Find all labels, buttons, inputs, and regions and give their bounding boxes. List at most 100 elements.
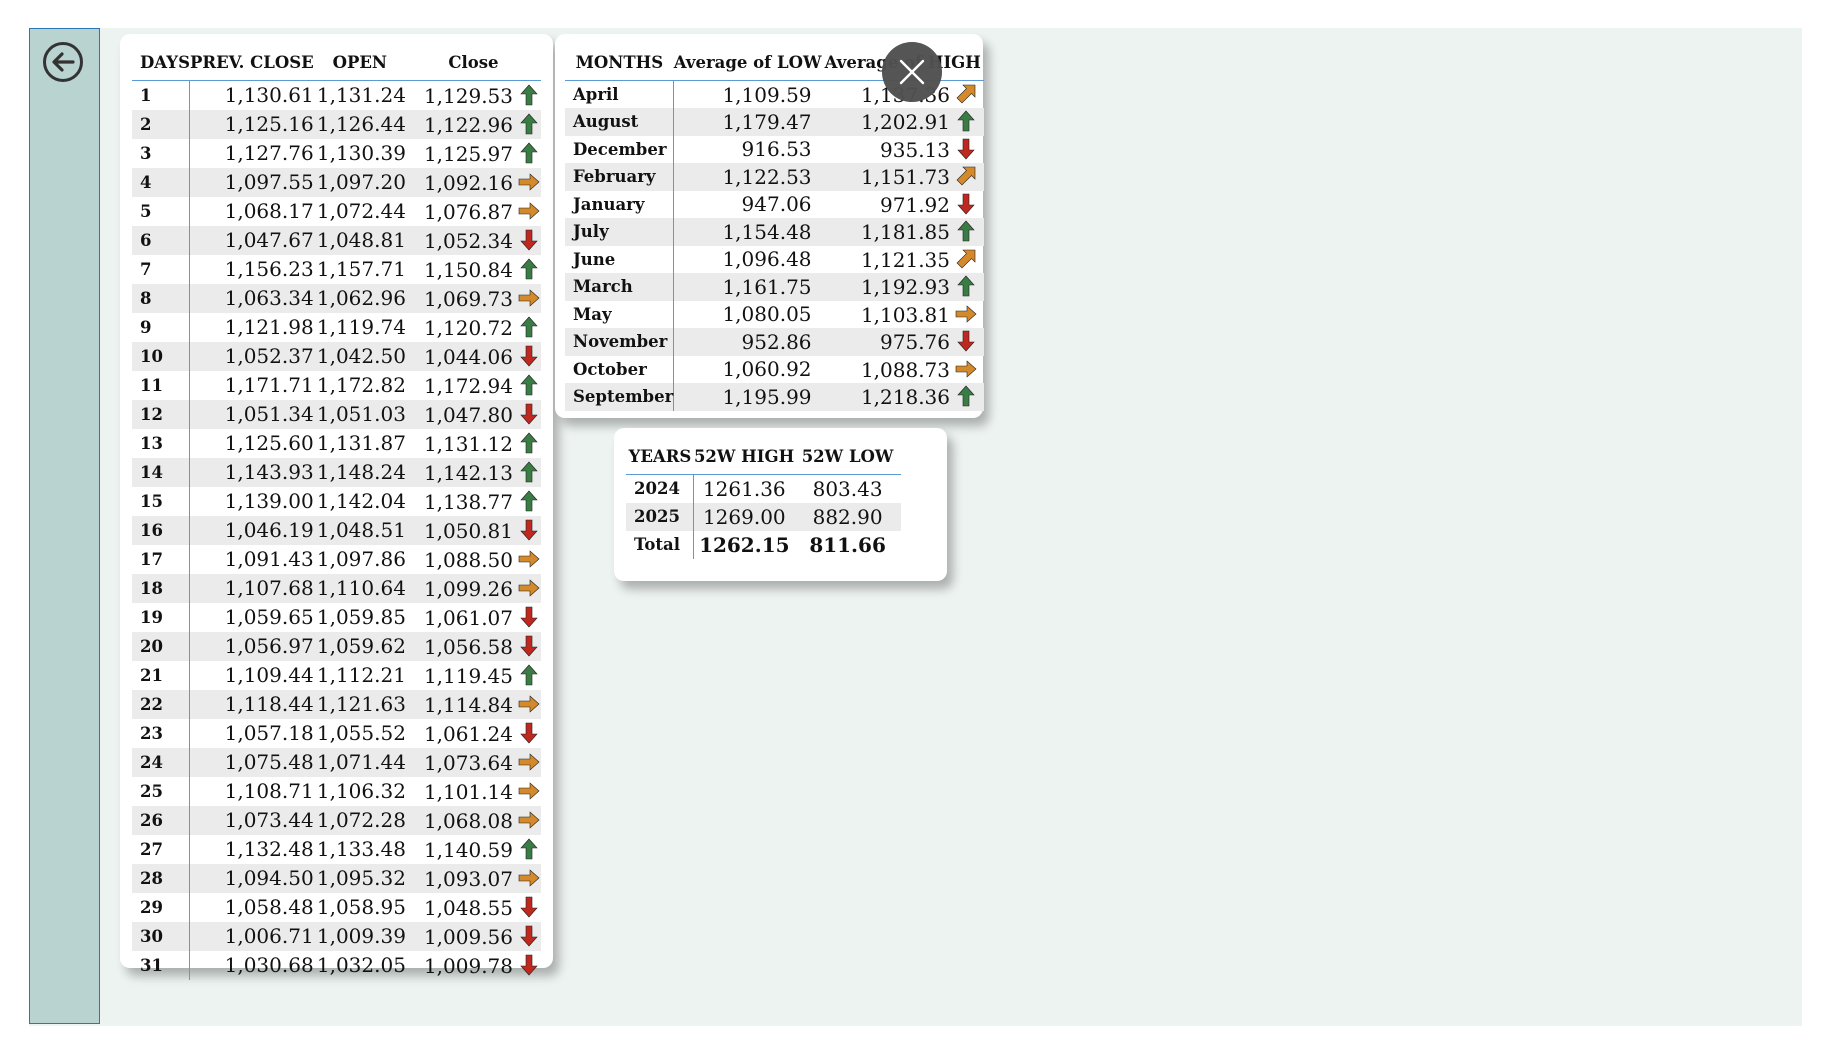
trend-up-right-arrow-icon xyxy=(956,84,976,104)
table-row: 19 1,059.65 1,059.85 1,061.07 xyxy=(132,602,541,632)
day-cell: 13 xyxy=(132,428,191,458)
month-cell: September xyxy=(565,383,675,411)
trend-up-right-arrow-icon xyxy=(956,166,976,186)
header-52w-high: 52W HIGH xyxy=(693,438,795,475)
open-cell: 1,112.21 xyxy=(316,663,406,687)
open-cell: 1,059.85 xyxy=(316,605,406,629)
prev-close-cell: 1,056.97 xyxy=(189,631,314,661)
day-cell: 16 xyxy=(132,515,191,545)
day-cell: 7 xyxy=(132,254,191,284)
close-cell: 1,069.73 xyxy=(405,283,541,313)
open-cell: 1,142.04 xyxy=(316,489,406,513)
open-cell: 1,071.44 xyxy=(313,747,406,777)
table-row: 4 1,097.55 1,097.20 1,092.16 xyxy=(132,167,541,197)
close-cell: 1,092.16 xyxy=(405,167,541,197)
prev-close-cell: 1,057.18 xyxy=(224,721,314,745)
prev-close-cell: 1,107.68 xyxy=(189,573,314,603)
prev-close-cell: 1,108.71 xyxy=(224,779,314,803)
close-icon[interactable] xyxy=(882,42,942,102)
close-cell: 1,101.14 xyxy=(406,777,541,806)
total-52w-high: 1262.15 xyxy=(699,532,790,557)
close-cell: 1,052.34 xyxy=(405,225,541,255)
close-cell: 1,099.26 xyxy=(405,573,541,603)
trend-up-arrow-icon xyxy=(520,838,538,859)
prev-close-cell: 1,143.93 xyxy=(189,457,314,487)
month-cell: August xyxy=(565,108,675,136)
table-row: July 1,154.48 1,181.85 xyxy=(565,218,984,246)
table-row: March 1,161.75 1,192.93 xyxy=(565,273,984,301)
trend-down-arrow-icon xyxy=(957,193,975,215)
prev-close-cell: 1,047.67 xyxy=(189,225,314,255)
back-arrow-icon[interactable] xyxy=(42,41,84,83)
table-row: 3 1,127.76 1,130.39 1,125.97 xyxy=(132,138,541,168)
day-cell: 28 xyxy=(132,863,191,893)
day-cell: 1 xyxy=(132,80,191,110)
header-close: Close xyxy=(405,44,541,81)
52w-low-cell: 803.43 xyxy=(812,476,883,501)
close-cell: 1,061.07 xyxy=(406,603,541,632)
average-high-cell: 1,218.36 xyxy=(821,383,984,411)
average-low-cell: 1,179.47 xyxy=(673,108,822,136)
year-cell: 2025 xyxy=(626,502,695,531)
table-row: 16 1,046.19 1,048.51 1,050.81 xyxy=(132,515,541,545)
month-cell: February xyxy=(565,163,675,191)
average-high-cell: 1,151.73 xyxy=(821,163,984,191)
open-cell: 1,133.48 xyxy=(316,837,406,861)
close-cell: 1,047.80 xyxy=(405,399,541,429)
close-cell: 1,122.96 xyxy=(405,109,541,139)
trend-up-arrow-icon xyxy=(520,142,538,163)
day-cell: 29 xyxy=(132,892,191,922)
trend-up-arrow-icon xyxy=(520,490,538,511)
table-row: 2025 1269.00 882.90 xyxy=(626,502,901,531)
table-row: 31 1,030.68 1,032.05 1,009.78 xyxy=(132,950,541,980)
prev-close-cell: 1,139.00 xyxy=(224,489,314,513)
day-cell: 20 xyxy=(132,631,191,661)
day-cell: 30 xyxy=(132,921,191,951)
header-years: YEARS xyxy=(626,438,694,475)
table-row: 13 1,125.60 1,131.87 1,131.12 xyxy=(132,428,541,458)
table-row: May 1,080.05 1,103.81 xyxy=(565,300,984,329)
average-low-cell: 1,096.48 xyxy=(722,247,812,272)
prev-close-cell: 1,125.60 xyxy=(224,431,314,455)
trend-right-arrow-icon xyxy=(518,868,540,887)
open-cell: 1,148.24 xyxy=(313,457,406,487)
average-low-cell: 1,080.05 xyxy=(722,302,812,327)
month-cell: October xyxy=(565,355,675,383)
close-cell: 1,172.94 xyxy=(406,371,541,400)
open-cell: 1,106.32 xyxy=(316,779,406,803)
prev-close-cell: 1,171.71 xyxy=(224,373,314,397)
month-cell: July xyxy=(565,218,675,246)
open-cell: 1,172.82 xyxy=(316,373,406,397)
day-cell: 14 xyxy=(132,457,191,487)
day-cell: 27 xyxy=(132,834,191,864)
trend-right-arrow-icon xyxy=(955,305,977,323)
open-cell: 1,072.44 xyxy=(316,199,406,223)
prev-close-cell: 1,059.65 xyxy=(224,605,314,629)
trend-down-arrow-icon xyxy=(520,722,538,743)
table-row: 12 1,051.34 1,051.03 1,047.80 xyxy=(132,399,541,429)
table-row: 30 1,006.71 1,009.39 1,009.56 xyxy=(132,921,541,951)
prev-close-cell: 1,156.23 xyxy=(224,257,314,281)
day-cell: 21 xyxy=(132,660,191,690)
close-cell: 1,093.07 xyxy=(405,863,541,893)
close-cell: 1,114.84 xyxy=(405,689,541,719)
open-cell: 1,051.03 xyxy=(313,399,406,429)
table-row: 20 1,056.97 1,059.62 1,056.58 xyxy=(132,631,541,661)
52w-low-cell: 882.90 xyxy=(794,502,901,531)
table-row: 17 1,091.43 1,097.86 1,088.50 xyxy=(132,544,541,574)
close-cell: 1,088.50 xyxy=(406,545,541,574)
close-cell: 1,119.45 xyxy=(406,661,541,690)
trend-down-arrow-icon xyxy=(520,954,538,975)
header-days: DAYS xyxy=(132,44,190,81)
prev-close-cell: 1,125.16 xyxy=(189,109,314,139)
average-low-cell: 1,154.48 xyxy=(673,218,822,246)
day-cell: 22 xyxy=(132,689,191,719)
open-cell: 1,097.86 xyxy=(316,547,406,571)
close-cell: 1,048.55 xyxy=(406,893,541,922)
table-row: 28 1,094.50 1,095.32 1,093.07 xyxy=(132,863,541,893)
average-high-cell: 1,103.81 xyxy=(822,301,984,329)
table-row: August 1,179.47 1,202.91 xyxy=(565,108,984,136)
average-low-cell: 916.53 xyxy=(741,137,812,162)
trend-up-arrow-icon xyxy=(520,258,538,279)
prev-close-cell: 1,132.48 xyxy=(224,837,314,861)
